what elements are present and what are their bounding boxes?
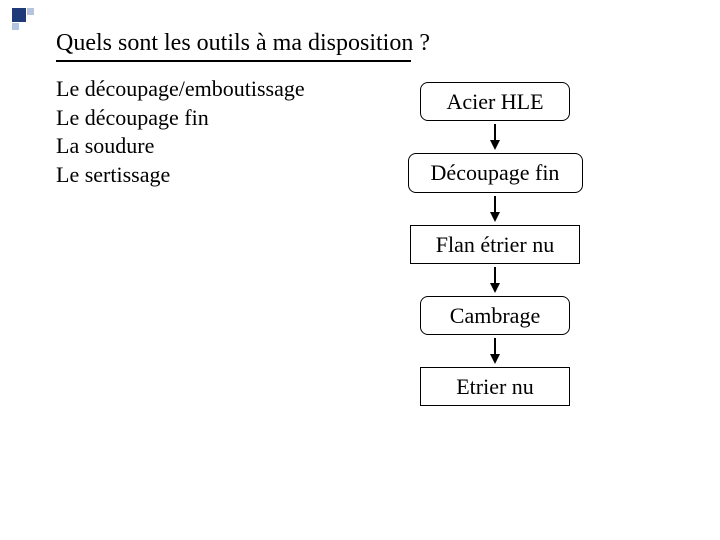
arrow-down-icon — [488, 123, 502, 151]
tool-item: Le sertissage — [56, 161, 305, 190]
flow-node-etrier-nu: Etrier nu — [420, 367, 570, 406]
arrow-down-icon — [488, 266, 502, 294]
flow-node-acier-hle: Acier HLE — [420, 82, 570, 121]
tool-item: La soudure — [56, 132, 305, 161]
arrow-down-icon — [488, 195, 502, 223]
process-flow: Acier HLE Découpage fin Flan étrier nu C… — [400, 82, 590, 406]
tool-list: Le découpage/emboutissage Le découpage f… — [56, 75, 305, 189]
flow-node-cambrage: Cambrage — [420, 296, 570, 335]
title-underline — [56, 60, 411, 62]
slide-bullet-decor — [12, 8, 42, 38]
tool-item: Le découpage/emboutissage — [56, 75, 305, 104]
page-title: Quels sont les outils à ma disposition ? — [56, 30, 430, 57]
arrow-down-icon — [488, 337, 502, 365]
flow-node-decoupage-fin: Découpage fin — [408, 153, 583, 192]
tool-item: Le découpage fin — [56, 104, 305, 133]
flow-node-flan-etrier-nu: Flan étrier nu — [410, 225, 580, 264]
